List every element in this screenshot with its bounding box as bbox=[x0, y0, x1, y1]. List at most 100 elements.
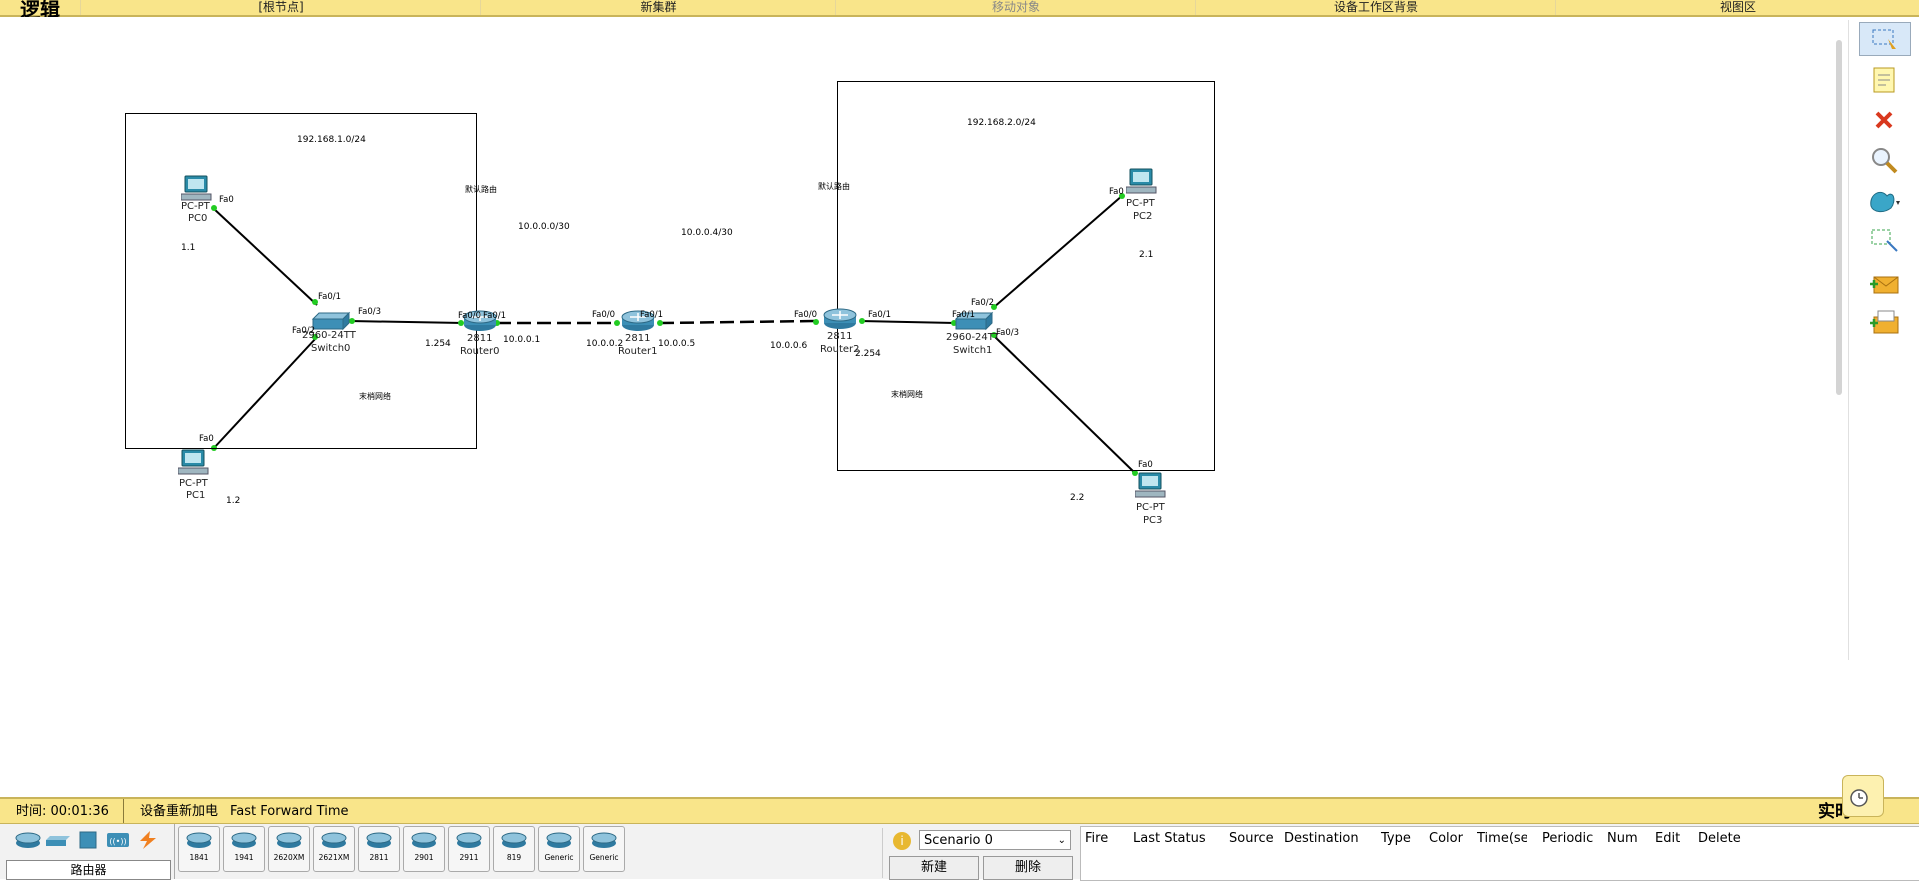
power-cycle-button[interactable]: 设备重新加电 bbox=[140, 799, 218, 825]
workspace-background-button[interactable]: 设备工作区背景 bbox=[1195, 0, 1556, 15]
pc3-address: 2.2 bbox=[1070, 493, 1085, 503]
col-last-status[interactable]: Last Status bbox=[1133, 831, 1206, 846]
pc-icon bbox=[1125, 168, 1157, 194]
left-default-route-label: 默认路由 bbox=[465, 185, 497, 194]
inspect-tool[interactable] bbox=[1859, 144, 1909, 176]
left-stub-network-label: 末梢网络 bbox=[359, 392, 391, 401]
pc-icon bbox=[177, 449, 209, 475]
router-category-icon[interactable] bbox=[14, 830, 42, 852]
col-color[interactable]: Color bbox=[1429, 831, 1463, 846]
top-bar: [根节点] 新集群 移动对象 设备工作区背景 视图区 bbox=[0, 0, 1919, 17]
move-object-button[interactable]: 移动对象 bbox=[835, 0, 1196, 15]
note-icon bbox=[1873, 67, 1895, 93]
envelope-open-icon bbox=[1870, 310, 1899, 334]
pc1-type: PC-PT bbox=[179, 478, 208, 489]
model-2811-label: 2811 bbox=[369, 853, 389, 862]
col-num[interactable]: Num bbox=[1607, 831, 1638, 846]
bottom-panel: ((•)) 路由器 1841 1941 2620XM 2621XM 2811 2… bbox=[0, 823, 1919, 881]
hub-category-icon[interactable] bbox=[74, 830, 102, 852]
model-2901[interactable]: 2901 bbox=[403, 826, 445, 872]
router1-wan1-address: 10.0.0.5 bbox=[658, 339, 696, 349]
status-bar: 时间: 00:01:36 设备重新加电 Fast Forward Time 实时 bbox=[0, 775, 1919, 825]
col-fire[interactable]: Fire bbox=[1085, 831, 1108, 846]
model-819[interactable]: 819 bbox=[493, 826, 535, 872]
router1-model: 2811 bbox=[625, 333, 651, 344]
model-1941[interactable]: 1941 bbox=[223, 826, 265, 872]
col-source[interactable]: Source bbox=[1229, 831, 1274, 846]
router0-port1: Fa0/1 bbox=[483, 311, 506, 321]
col-periodic[interactable]: Periodic bbox=[1542, 831, 1593, 846]
switch1-port1: Fa0/1 bbox=[952, 310, 975, 320]
model-2911[interactable]: 2911 bbox=[448, 826, 490, 872]
col-type[interactable]: Type bbox=[1381, 831, 1411, 846]
pc3-name: PC3 bbox=[1143, 515, 1163, 526]
realtime-clock-icon[interactable] bbox=[1842, 775, 1884, 817]
scenario-select[interactable]: Scenario 0 ⌄ bbox=[919, 830, 1071, 850]
wan-net2-label: 10.0.0.4/30 bbox=[681, 228, 733, 238]
delete-tool[interactable] bbox=[1859, 104, 1909, 136]
model-2621xm[interactable]: 2621XM bbox=[313, 826, 355, 872]
right-stub-network-label: 末梢网络 bbox=[891, 390, 923, 399]
switch-category-icon[interactable] bbox=[44, 830, 72, 852]
model-generic-2[interactable]: Generic bbox=[583, 826, 625, 872]
logical-workspace-canvas[interactable]: 192.168.1.0/24 默认路由 末梢网络 192.168.2.0/24 … bbox=[0, 17, 1834, 797]
model-2811[interactable]: 2811 bbox=[358, 826, 400, 872]
col-destination[interactable]: Destination bbox=[1284, 831, 1359, 846]
pc0-type: PC-PT bbox=[181, 201, 210, 212]
model-1941-label: 1941 bbox=[234, 853, 254, 862]
delete-scenario-button[interactable]: 删除 bbox=[983, 856, 1073, 880]
pc1-address: 1.2 bbox=[226, 496, 241, 506]
info-icon[interactable]: i bbox=[893, 832, 911, 850]
pc3-port: Fa0 bbox=[1138, 460, 1153, 470]
resize-icon bbox=[1871, 229, 1898, 252]
chevron-down-icon: ⌄ bbox=[1057, 835, 1066, 846]
pc-icon bbox=[180, 175, 212, 201]
col-delete[interactable]: Delete bbox=[1698, 831, 1741, 846]
pc3-device[interactable] bbox=[1134, 472, 1167, 504]
draw-shape-tool[interactable] bbox=[1859, 184, 1909, 216]
fast-forward-button[interactable]: Fast Forward Time bbox=[230, 799, 348, 825]
new-cluster-button[interactable]: 新集群 bbox=[480, 0, 836, 15]
select-tool[interactable] bbox=[1859, 22, 1911, 56]
vertical-scrollbar[interactable] bbox=[1836, 40, 1842, 395]
new-scenario-button[interactable]: 新建 bbox=[889, 856, 979, 880]
switch0-name: Switch0 bbox=[311, 343, 351, 354]
resize-tool[interactable] bbox=[1859, 224, 1909, 256]
switch1-port3: Fa0/3 bbox=[996, 328, 1019, 338]
switch1-name: Switch1 bbox=[953, 345, 993, 356]
right-default-route-label: 默认路由 bbox=[818, 182, 850, 191]
connections-category-icon[interactable] bbox=[134, 830, 162, 852]
model-1841-label: 1841 bbox=[189, 853, 209, 862]
col-edit[interactable]: Edit bbox=[1655, 831, 1680, 846]
router2-port1: Fa0/1 bbox=[868, 310, 891, 320]
router2-model: 2811 bbox=[827, 331, 853, 342]
model-1841[interactable]: 1841 bbox=[178, 826, 220, 872]
pdu-list-table[interactable]: Fire Last Status Source Destination Type… bbox=[1080, 826, 1919, 881]
viewport-button[interactable]: 视图区 bbox=[1555, 0, 1919, 15]
pc2-device[interactable] bbox=[1125, 168, 1158, 200]
router0-wan-address: 10.0.0.1 bbox=[503, 335, 541, 345]
left-subnet-label: 192.168.1.0/24 bbox=[297, 135, 366, 145]
router1-port0: Fa0/0 bbox=[592, 310, 615, 320]
root-node-link[interactable]: [根节点] bbox=[80, 0, 481, 15]
switch0-port3: Fa0/3 bbox=[358, 307, 381, 317]
add-complex-pdu-tool[interactable] bbox=[1859, 306, 1909, 338]
delete-icon bbox=[1875, 111, 1893, 129]
router2-port0: Fa0/0 bbox=[794, 310, 817, 320]
model-generic-1-label: Generic bbox=[544, 853, 574, 862]
shape-icon bbox=[1870, 191, 1900, 213]
note-tool[interactable] bbox=[1859, 64, 1909, 96]
router0-port0: Fa0/0 bbox=[458, 311, 481, 321]
model-generic-1[interactable]: Generic bbox=[538, 826, 580, 872]
simulation-time: 时间: 00:01:36 bbox=[16, 804, 109, 819]
col-time[interactable]: Time(sec) bbox=[1477, 831, 1527, 846]
pc1-device[interactable] bbox=[177, 449, 210, 481]
wireless-category-icon[interactable]: ((•)) bbox=[104, 830, 132, 852]
router1-port1: Fa0/1 bbox=[640, 310, 663, 320]
switch0-port2: Fa0/2 bbox=[292, 326, 315, 336]
add-simple-pdu-tool[interactable] bbox=[1859, 268, 1909, 300]
model-2620xm-label: 2620XM bbox=[273, 853, 305, 862]
router-icon bbox=[823, 308, 857, 329]
model-2620xm[interactable]: 2620XM bbox=[268, 826, 310, 872]
scenario-panel: i Scenario 0 ⌄ 新建 删除 bbox=[882, 828, 1078, 880]
